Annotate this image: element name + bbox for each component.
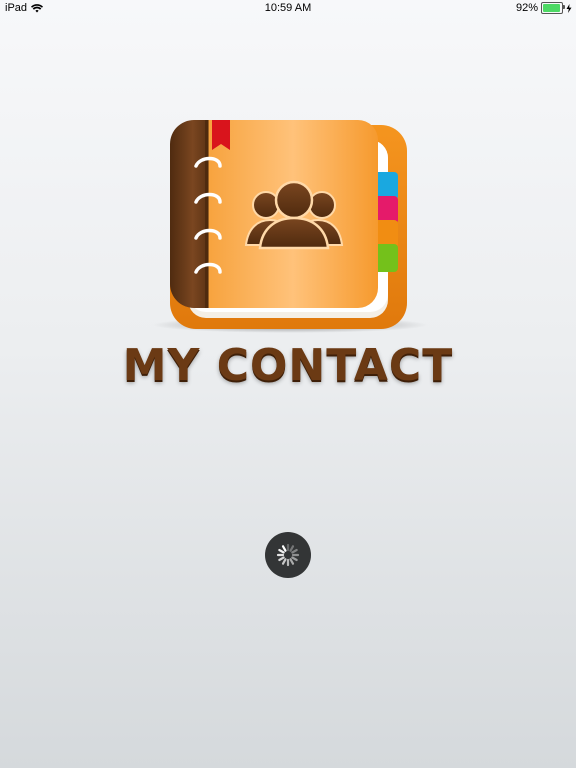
spinner-spoke xyxy=(278,556,285,562)
app-logo xyxy=(148,110,432,340)
status-right: 92% xyxy=(516,2,572,14)
battery-cap xyxy=(563,5,565,9)
book-spine xyxy=(170,120,208,308)
battery-percent: 92% xyxy=(515,2,538,14)
status-time: 10:59 AM xyxy=(264,2,312,14)
spinner-spoke xyxy=(291,548,298,554)
spinner-spoke xyxy=(289,558,295,565)
spinner-graphic xyxy=(276,543,300,567)
battery-icon xyxy=(541,2,565,14)
app-title: MY CONTACT xyxy=(122,340,454,391)
battery-fill xyxy=(543,4,560,12)
spinner-spoke xyxy=(281,545,287,552)
status-bar: iPad 10:59 AM 92% xyxy=(0,0,576,16)
spinner-spoke xyxy=(291,556,298,562)
spinner-spoke xyxy=(281,558,287,565)
spinner-spoke xyxy=(289,545,295,552)
address-book-contacts-icon xyxy=(152,120,428,333)
spinner-spoke xyxy=(278,548,285,554)
lightning-icon xyxy=(566,3,572,13)
spine-edge xyxy=(205,120,209,308)
activity-spinner-icon xyxy=(265,532,311,578)
